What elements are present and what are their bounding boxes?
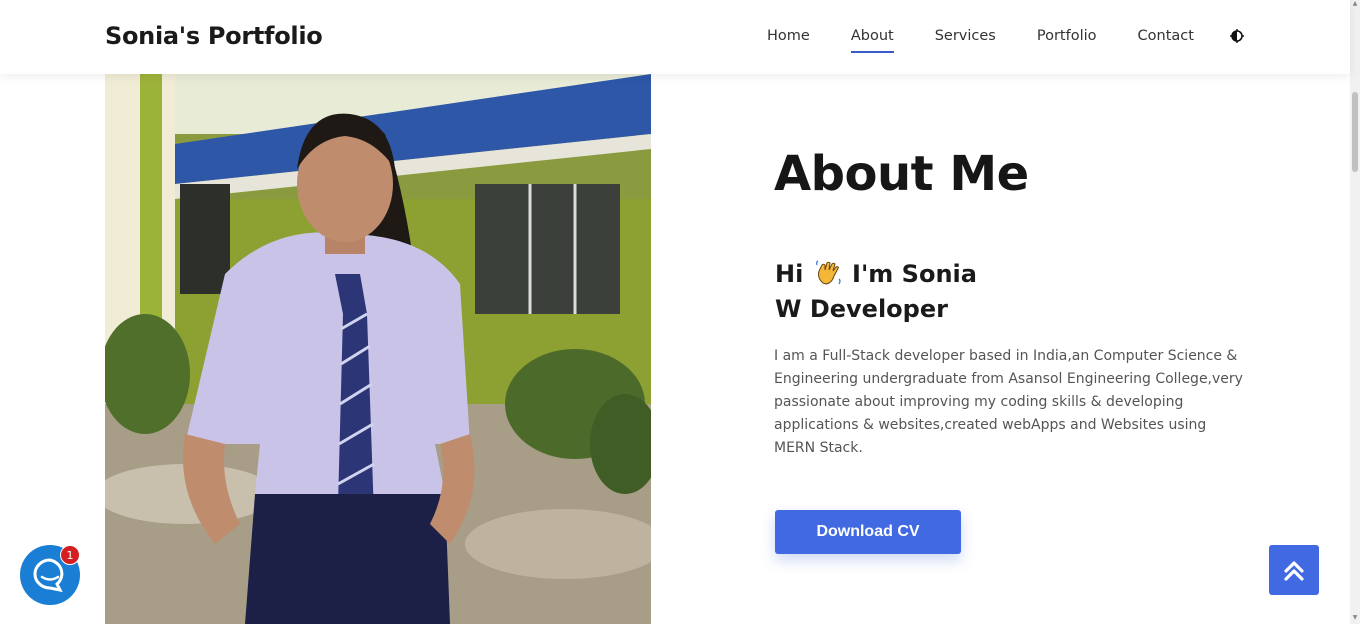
profile-photo bbox=[105, 74, 651, 624]
scrollbar-thumb[interactable] bbox=[1352, 92, 1358, 172]
nav-link-services[interactable]: Services bbox=[935, 28, 996, 48]
theme-toggle-icon[interactable] bbox=[1230, 29, 1244, 43]
greeting: Hi I'm Sonia W Developer bbox=[775, 257, 977, 327]
chat-notification-badge: 1 bbox=[60, 545, 80, 565]
scroll-down-arrow-icon[interactable]: ▼ bbox=[1351, 614, 1359, 622]
nav-link-home[interactable]: Home bbox=[767, 28, 810, 48]
navbar: Sonia's Portfolio Home About Services Po… bbox=[0, 0, 1350, 74]
about-title: About Me bbox=[774, 146, 1029, 202]
greeting-hi: Hi bbox=[775, 260, 804, 288]
waving-hand-icon bbox=[815, 260, 841, 285]
greeting-name: I'm Sonia bbox=[852, 260, 977, 288]
nav-link-contact[interactable]: Contact bbox=[1138, 28, 1194, 48]
nav-links: Home About Services Portfolio Contact bbox=[767, 28, 1235, 53]
bio-text: I am a Full-Stack developer based in Ind… bbox=[774, 348, 1243, 456]
scroll-up-arrow-icon[interactable]: ▲ bbox=[1351, 0, 1359, 8]
double-chevron-up-icon bbox=[1284, 561, 1304, 581]
scroll-to-top-button[interactable] bbox=[1269, 545, 1319, 595]
brand-logo[interactable]: Sonia's Portfolio bbox=[105, 22, 323, 50]
nav-link-portfolio[interactable]: Portfolio bbox=[1037, 28, 1097, 48]
download-cv-button[interactable]: Download CV bbox=[775, 510, 961, 554]
nav-link-about[interactable]: About bbox=[850, 28, 894, 53]
role-text: W Developer bbox=[775, 295, 948, 323]
